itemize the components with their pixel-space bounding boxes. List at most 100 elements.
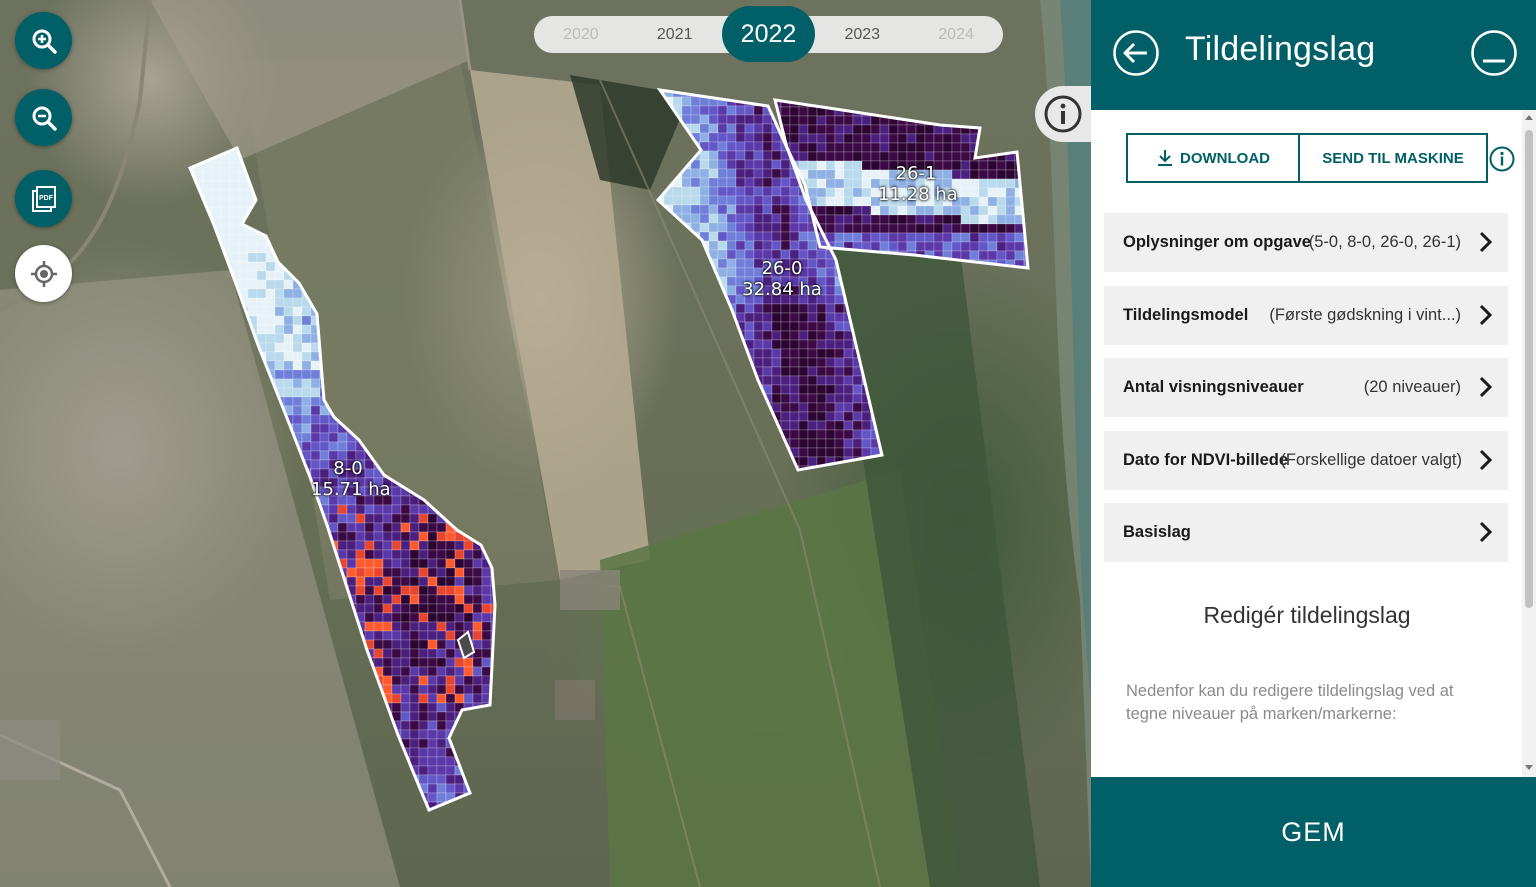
heatmap-cell [897, 151, 908, 162]
heatmap-cell [190, 297, 195, 308]
heatmap-cell [762, 357, 773, 368]
scroll-up-icon[interactable] [1525, 115, 1533, 120]
heatmap-cell [229, 171, 240, 182]
heatmap-cell [202, 666, 213, 677]
row-display-levels[interactable]: Antal visningsniveauer (20 niveauer) [1104, 358, 1508, 417]
heatmap-cell [852, 312, 863, 323]
info-button[interactable] [1489, 146, 1515, 172]
heatmap-cell [454, 513, 465, 524]
heatmap-cell [762, 168, 773, 179]
minimize-button[interactable] [1470, 29, 1518, 77]
heatmap-cell [301, 711, 312, 722]
heatmap-cell [490, 477, 495, 488]
row-ndvi-date[interactable]: Dato for NDVI-billede (Forskellige datoe… [1104, 431, 1508, 490]
zoom-out-button[interactable] [15, 89, 72, 146]
heatmap-cell [247, 693, 258, 704]
save-button[interactable]: GEM [1091, 777, 1536, 887]
heatmap-cell [229, 234, 240, 245]
heatmap-cell [319, 648, 330, 659]
heatmap-cell [436, 423, 447, 434]
heatmap-cell [663, 339, 674, 350]
locate-button[interactable] [15, 245, 72, 302]
heatmap-cell [319, 423, 330, 434]
heatmap-cell [744, 438, 755, 449]
heatmap-cell [969, 250, 980, 261]
heatmap-cell [690, 393, 701, 404]
send-to-machine-button[interactable]: SEND TIL MASKINE [1300, 133, 1488, 183]
heatmap-cell [247, 585, 258, 596]
heatmap-cell [283, 198, 294, 209]
field-area: 11.28 ha [878, 184, 958, 205]
heatmap-cell [481, 720, 492, 731]
heatmap-cell [726, 321, 737, 332]
pdf-export-button[interactable]: PDF [15, 170, 72, 227]
heatmap-cell [310, 180, 321, 191]
heatmap-cell [355, 405, 366, 416]
heatmap-cell [364, 315, 375, 326]
heatmap-cell [391, 801, 402, 810]
heatmap-cell [445, 396, 456, 407]
heatmap-cell [364, 387, 375, 398]
scroll-down-icon[interactable] [1525, 765, 1533, 770]
year-2020[interactable]: 2020 [534, 26, 628, 44]
heatmap-cell [292, 360, 303, 371]
heatmap-cell [391, 504, 402, 515]
heatmap-cell [247, 738, 258, 749]
download-button[interactable]: DOWNLOAD [1126, 133, 1300, 183]
heatmap-cell [382, 747, 393, 758]
heatmap-cell [436, 468, 447, 479]
heatmap-cell [392, 811, 401, 820]
heatmap-cell [454, 486, 465, 497]
heatmap-cell [202, 459, 213, 470]
heatmap-cell [391, 756, 402, 767]
panel-content[interactable]: DOWNLOAD SEND TIL MASKINE Oplysninger om… [1091, 110, 1523, 777]
back-button[interactable] [1112, 29, 1160, 77]
heatmap-cell [672, 186, 683, 197]
map-view[interactable]: 8-0 15.71 ha 26-0 32.84 ha 26-1 11.28 ha… [0, 0, 1091, 887]
year-2021[interactable]: 2021 [628, 26, 722, 44]
heatmap-cell [445, 279, 456, 290]
panel-scrollbar[interactable] [1522, 110, 1536, 777]
zoom-in-button[interactable] [15, 12, 72, 69]
heatmap-cell [843, 393, 854, 404]
heatmap-cell [672, 285, 683, 296]
heatmap-cell [663, 213, 674, 224]
field-overlay[interactable] [0, 0, 1091, 887]
heatmap-cell [807, 357, 818, 368]
row-base-layer[interactable]: Basislag [1104, 503, 1508, 562]
heatmap-cell [463, 324, 474, 335]
heatmap-cell [490, 783, 495, 794]
year-2022[interactable]: 2022 [722, 20, 816, 49]
heatmap-cell [373, 432, 384, 443]
heatmap-cell [427, 567, 438, 578]
heatmap-cell [436, 207, 447, 218]
row-task-info[interactable]: Oplysninger om opgave (5-0, 8-0, 26-0, 2… [1104, 213, 1508, 272]
heatmap-cell [771, 303, 782, 314]
heatmap-cell [337, 342, 348, 353]
heatmap-cell [762, 222, 773, 233]
heatmap-cell [699, 411, 710, 422]
heatmap-cell [400, 243, 411, 254]
heatmap-cell [816, 438, 827, 449]
map-info-button[interactable] [1035, 86, 1091, 142]
heatmap-cell [274, 504, 285, 515]
heatmap-cell [391, 594, 402, 605]
heatmap-cell [190, 279, 195, 290]
heatmap-cell [472, 270, 483, 281]
heatmap-cell [274, 207, 285, 218]
year-2023[interactable]: 2023 [815, 26, 909, 44]
heatmap-cell [211, 306, 222, 317]
year-2024[interactable]: 2024 [909, 26, 1003, 44]
heatmap-cell [256, 279, 267, 290]
heatmap-cell [220, 639, 231, 650]
heatmap-cell [1023, 169, 1028, 180]
heatmap-cell [292, 639, 303, 650]
heatmap-cell [445, 405, 456, 416]
row-allocation-model[interactable]: Tildelingsmodel (Første gødskning i vint… [1104, 286, 1508, 345]
heatmap-cell [490, 189, 495, 200]
heatmap-cell [310, 162, 321, 173]
scrollbar-thumb[interactable] [1525, 130, 1533, 608]
heatmap-cell [220, 801, 231, 810]
heatmap-cell [418, 504, 429, 515]
heatmap-cell [202, 405, 213, 416]
